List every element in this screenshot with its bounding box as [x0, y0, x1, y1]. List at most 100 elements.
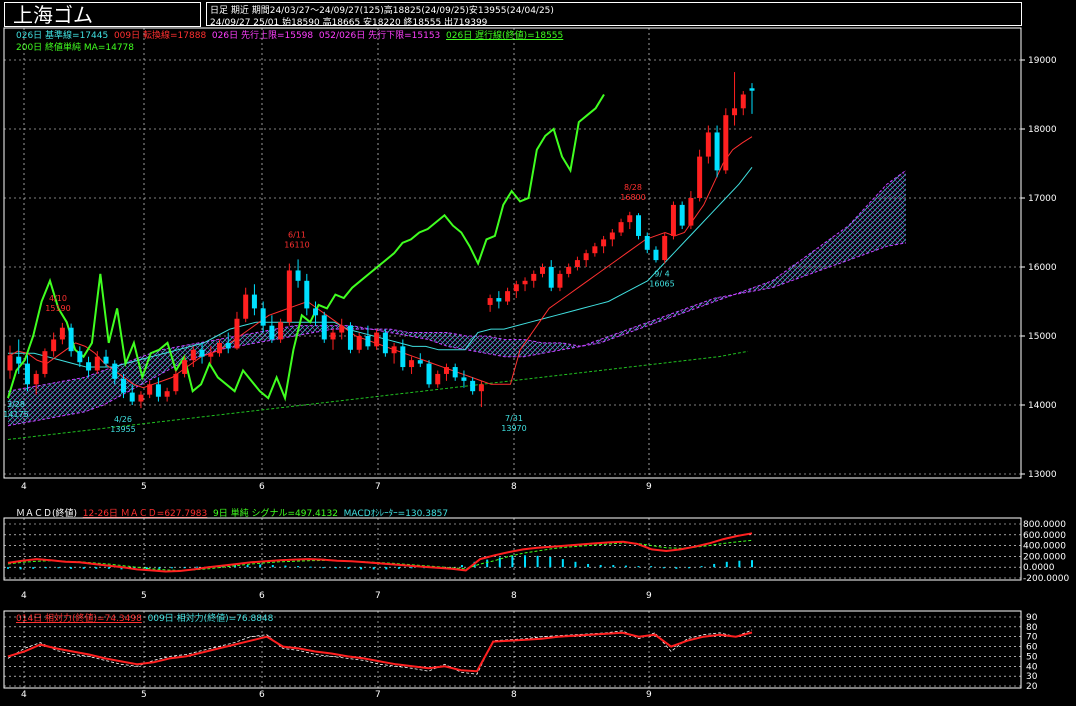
annotation-date: 9/ 4 [654, 270, 669, 279]
macd-osc-bar [246, 565, 249, 568]
macd-osc-bar [738, 560, 741, 568]
macd-osc-bar [624, 565, 627, 568]
candle-body [243, 294, 249, 319]
y-tick-label-rsi: 70 [1026, 633, 1038, 643]
candle-body [592, 246, 598, 254]
candle-body [478, 384, 484, 392]
candle-body [94, 356, 100, 371]
y-tick-label-main: 17000 [1028, 194, 1057, 204]
y-tick-label-macd: 0.0000 [1023, 563, 1055, 573]
macd-osc-bar [511, 555, 514, 568]
macd-osc-bar [284, 565, 287, 568]
macd-osc-bar [587, 563, 590, 568]
candle-body [234, 318, 240, 349]
x-tick-label-rsi: 6 [259, 690, 265, 700]
macd-osc-bar [599, 565, 602, 568]
candle-body [103, 356, 109, 364]
macd-osc-bar [385, 567, 388, 570]
y-tick-label-macd: 200.0000 [1023, 552, 1066, 562]
candle-body [120, 378, 126, 393]
macd-osc-bar [612, 565, 615, 568]
x-tick-label-main: 5 [141, 482, 147, 492]
x-tick-label-main: 8 [511, 482, 517, 492]
x-tick-label-rsi: 5 [141, 690, 147, 700]
candle-body [330, 332, 336, 340]
candle-body [24, 363, 30, 385]
annotation-value: 13970 [501, 424, 526, 433]
candle-body [435, 373, 441, 385]
annotation-value: 14175 [3, 410, 28, 419]
candle-body [391, 346, 397, 354]
candle-body [566, 267, 572, 274]
annotation-date: 6/11 [288, 230, 306, 239]
y-tick-label-rsi: 60 [1026, 643, 1038, 653]
macd-osc-bar [145, 567, 148, 570]
chart-canvas: 4 4 4 5 5 5 6 6 6 7 7 7 8 8 8 9 9 9 19000 18000 17000 16000 15… [3, 27, 1069, 700]
candle-body [42, 351, 48, 374]
candle-body [539, 267, 545, 274]
x-tick-label-macd: 8 [511, 591, 517, 601]
candle-body [601, 239, 607, 247]
x-tick-label-rsi: 9 [646, 690, 652, 700]
macd-osc-bar [32, 567, 35, 569]
candle-body [618, 222, 624, 233]
candle-body [487, 298, 493, 305]
candle-body [59, 327, 65, 340]
candle-body [627, 215, 633, 223]
candle-body [86, 362, 92, 371]
annotation-date: 4/10 [49, 294, 67, 303]
macd-osc-bar [751, 560, 753, 568]
rsi-panel-frame [3, 610, 1022, 689]
candle-body [443, 367, 449, 374]
macd-osc-bar [95, 567, 98, 569]
macd-osc-bar [44, 567, 47, 569]
macd-osc-bar [19, 567, 22, 570]
candle-body [531, 273, 537, 281]
candle-body [129, 392, 135, 402]
macd-osc-bar [397, 567, 400, 569]
annotation-date: 7/31 [505, 414, 523, 423]
candle-body [278, 322, 284, 340]
y-tick-label-macd: -200.0000 [1023, 574, 1069, 584]
x-tick-label-macd: 6 [259, 591, 265, 601]
macd-osc-bar [334, 567, 337, 569]
candle-body [260, 308, 266, 326]
candle-body [147, 384, 153, 395]
candle-body [714, 132, 720, 171]
annotation-value: 16065 [649, 280, 674, 289]
candle-body [513, 284, 519, 292]
y-tick-label-rsi: 40 [1026, 662, 1038, 672]
candle-body [51, 339, 57, 352]
y-tick-label-main: 14000 [1028, 401, 1057, 411]
candle-body [7, 355, 13, 371]
candle-body [609, 232, 615, 240]
x-tick-label-macd: 4 [21, 591, 27, 601]
macd-osc-bar [107, 567, 110, 569]
candle-body [251, 294, 257, 309]
y-tick-label-main: 15000 [1028, 332, 1057, 342]
y-tick-label-macd: 800.0000 [1023, 520, 1066, 530]
candle-body [688, 198, 694, 226]
candle-body [286, 270, 292, 323]
macd-osc-bar [561, 559, 564, 568]
annotation-value: 15190 [45, 304, 70, 313]
candle-body [374, 332, 380, 347]
annotation-date: 3/28 [7, 400, 25, 409]
candle-body [217, 342, 223, 354]
candle-body [77, 351, 83, 363]
candle-body [662, 235, 668, 261]
macd-osc-bar [549, 556, 552, 568]
candle-body [313, 308, 319, 316]
candle-body [723, 115, 729, 171]
y-tick-label-main: 13000 [1028, 470, 1057, 480]
candle-body [347, 325, 353, 350]
x-tick-label-main: 7 [375, 482, 381, 492]
macd-osc-bar [196, 566, 199, 568]
x-tick-label-macd: 5 [141, 591, 147, 601]
candle-body [190, 349, 196, 361]
macd-osc-bar [322, 567, 325, 569]
x-tick-label-main: 6 [259, 482, 265, 492]
candle-body [452, 367, 458, 378]
candle-body [400, 346, 406, 368]
candle-body [173, 373, 179, 392]
